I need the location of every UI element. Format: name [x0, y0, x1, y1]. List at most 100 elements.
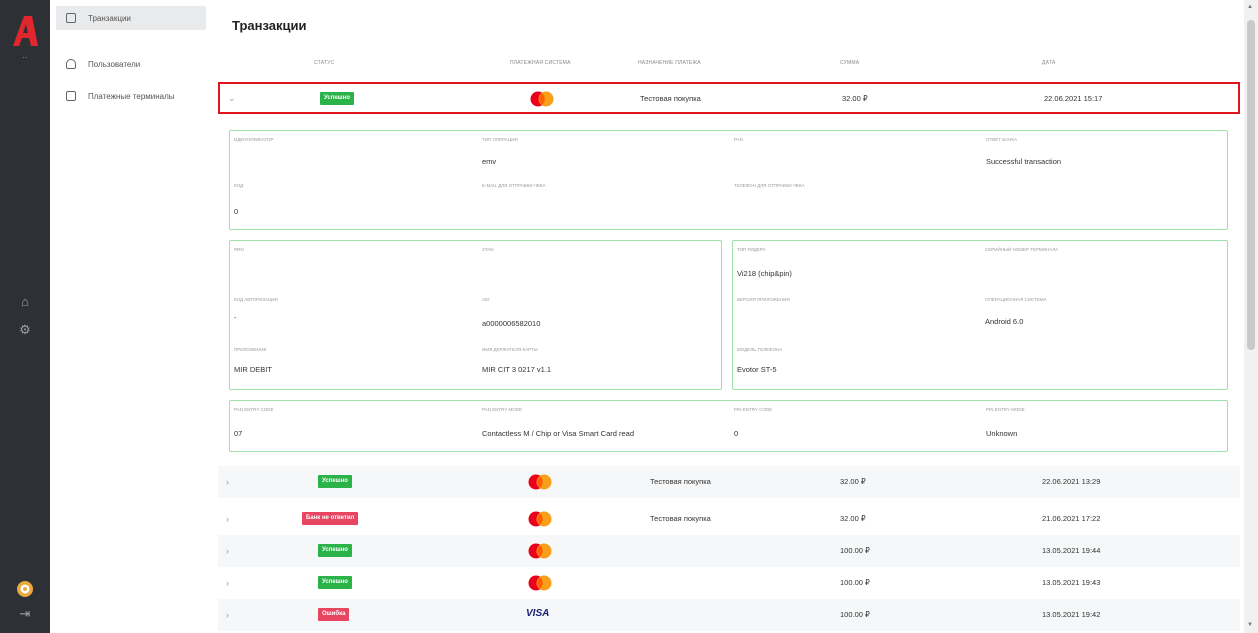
vertical-scrollbar[interactable]: ▲ ▼: [1244, 0, 1258, 633]
settings-icon[interactable]: ⚙: [17, 322, 33, 338]
table-row[interactable]: › Ошибка VISA 100.00 ₽ 13.05.2021 19:42: [218, 599, 1240, 631]
field-label: RRN: [234, 247, 244, 252]
column-header-purpose[interactable]: Назначение платежа: [638, 60, 701, 66]
row-date: 21.06.2021 17:22: [1042, 514, 1101, 523]
field-value: 07: [234, 429, 243, 438]
status-badge: Ошибка: [318, 608, 350, 621]
row-amount: 32.00 ₽: [840, 514, 866, 523]
row-purpose: Тестовая покупка: [640, 94, 701, 103]
row-amount: 100.00 ₽: [840, 578, 870, 587]
field-value: 0: [734, 429, 739, 438]
sidebar-item-label: Платежные терминалы: [88, 91, 175, 101]
details-card-general: Идентификатор Тип операции emv PAN Ответ…: [229, 130, 1228, 230]
column-header-amount[interactable]: Сумма: [840, 60, 859, 66]
home-icon[interactable]: ⌂: [17, 294, 33, 310]
field-label: STAN: [482, 247, 494, 252]
field-value: Unknown: [986, 429, 1018, 438]
field-value: a0000006582010: [482, 319, 541, 328]
sidebar-item-users[interactable]: Пользователи: [56, 52, 206, 76]
chevron-right-icon[interactable]: ›: [226, 578, 229, 588]
chevron-right-icon[interactable]: ›: [226, 477, 229, 487]
sidebar-item-transactions[interactable]: Транзакции: [56, 6, 206, 30]
field-label: Ответ банка: [986, 137, 1017, 142]
field-label: Версия приложения: [737, 297, 790, 302]
field-value: Android 6.0: [985, 317, 1024, 326]
chevron-down-icon[interactable]: ⌄: [228, 93, 236, 104]
table-row-selected[interactable]: ⌄ Успешно Тестовая покупка 32.00 ₽ 22.06…: [218, 82, 1240, 114]
field-value: emv: [482, 157, 497, 166]
row-date: 22.06.2021 15:17: [1044, 94, 1103, 103]
field-value: MIR CIT 3 0217 v1.1: [482, 365, 552, 374]
status-badge: Банк не ответил: [302, 512, 359, 525]
users-icon: [66, 59, 76, 69]
field-label: AID: [482, 297, 490, 302]
field-label: Идентификатор: [234, 137, 274, 142]
field-value: 0: [234, 207, 239, 216]
mastercard-icon: [528, 474, 552, 490]
status-badge: Успешно: [318, 576, 352, 589]
column-header-date[interactable]: Дата: [1042, 60, 1055, 66]
scrollbar-thumb[interactable]: [1247, 20, 1255, 350]
status-badge: Успешно: [318, 475, 352, 488]
field-value: Vi218 (chip&pin): [737, 269, 792, 278]
app-rail: ·· ⌂ ⚙ ⇥: [0, 0, 50, 633]
status-badge: Успешно: [318, 544, 352, 557]
field-label: Тип ридера: [737, 247, 766, 252]
chevron-right-icon[interactable]: ›: [226, 514, 229, 524]
field-label: Код авторизации: [234, 297, 278, 302]
menu-dots-icon[interactable]: ··: [17, 50, 33, 66]
sidebar-item-label: Пользователи: [88, 59, 141, 69]
table-row[interactable]: › Банк не ответил Тестовая покупка 32.00…: [218, 503, 1240, 535]
field-label: Приложение: [234, 347, 267, 352]
row-date: 13.05.2021 19:43: [1042, 578, 1101, 587]
row-amount: 32.00 ₽: [840, 477, 866, 486]
details-card-entry: PAN entry code 07 PAN entry mode Contact…: [229, 400, 1228, 452]
column-header-payment-system[interactable]: Платежная система: [510, 60, 571, 66]
field-label: Операционная система: [985, 297, 1047, 302]
avatar[interactable]: [16, 580, 34, 598]
field-label: PAN entry code: [234, 407, 274, 412]
row-amount: 100.00 ₽: [840, 610, 870, 619]
field-label: PAN entry mode: [482, 407, 523, 412]
field-value: Contactless M / Chip or Visa Smart Card …: [482, 429, 635, 438]
field-value: Evotor ST-5: [737, 365, 777, 374]
app-root: ·· ⌂ ⚙ ⇥ Транзакции Пользователи Платежн…: [0, 0, 1258, 633]
app-logo[interactable]: [10, 14, 40, 48]
table-row[interactable]: › Успешно 100.00 ₽ 13.05.2021 19:43: [218, 567, 1240, 599]
mastercard-icon: [528, 543, 552, 559]
field-label: Модель телефона: [737, 347, 783, 352]
chevron-right-icon[interactable]: ›: [226, 546, 229, 556]
sidebar-item-terminals[interactable]: Платежные терминалы: [56, 84, 206, 108]
scroll-down-arrow-icon[interactable]: ▼: [1247, 622, 1253, 628]
field-label: Тип операции: [482, 137, 518, 142]
mastercard-icon: [528, 575, 552, 591]
chevron-right-icon[interactable]: ›: [226, 610, 229, 620]
field-label: Имя держателя карты: [482, 347, 538, 352]
field-value: -: [234, 313, 237, 322]
field-label: E-mail для отправки чека: [482, 183, 546, 188]
field-label: Код: [234, 183, 244, 188]
status-badge: Успешно: [320, 92, 354, 105]
logout-icon[interactable]: ⇥: [17, 606, 33, 622]
sidebar: Транзакции Пользователи Платежные термин…: [50, 0, 210, 633]
row-amount: 32.00 ₽: [842, 94, 868, 103]
row-purpose: Тестовая покупка: [650, 514, 711, 523]
table-row[interactable]: › Успешно Тестовая покупка 32.00 ₽ 22.06…: [218, 466, 1240, 498]
field-label: Серийный номер терминала: [985, 247, 1059, 252]
details-card-authorization: RRN STAN Код авторизации - AID a00000065…: [229, 240, 722, 390]
sidebar-item-label: Транзакции: [88, 13, 131, 23]
visa-icon: VISA: [526, 608, 550, 619]
row-purpose: Тестовая покупка: [650, 477, 711, 486]
field-label: PIN entry mode: [986, 407, 1025, 412]
field-label: Телефон для отправки чека: [734, 183, 805, 188]
terminal-icon: [66, 91, 76, 101]
table-row[interactable]: › Успешно 100.00 ₽ 13.05.2021 19:44: [218, 535, 1240, 567]
mastercard-icon: [528, 511, 552, 527]
column-header-status[interactable]: Статус: [314, 60, 334, 66]
page-title: Транзакции: [232, 18, 307, 33]
main-content: Транзакции Статус Платежная система Назн…: [218, 0, 1242, 633]
mastercard-icon: [530, 91, 554, 107]
field-label: PIN entry code: [734, 407, 773, 412]
scroll-up-arrow-icon[interactable]: ▲: [1247, 4, 1253, 10]
row-date: 22.06.2021 13:29: [1042, 477, 1101, 486]
